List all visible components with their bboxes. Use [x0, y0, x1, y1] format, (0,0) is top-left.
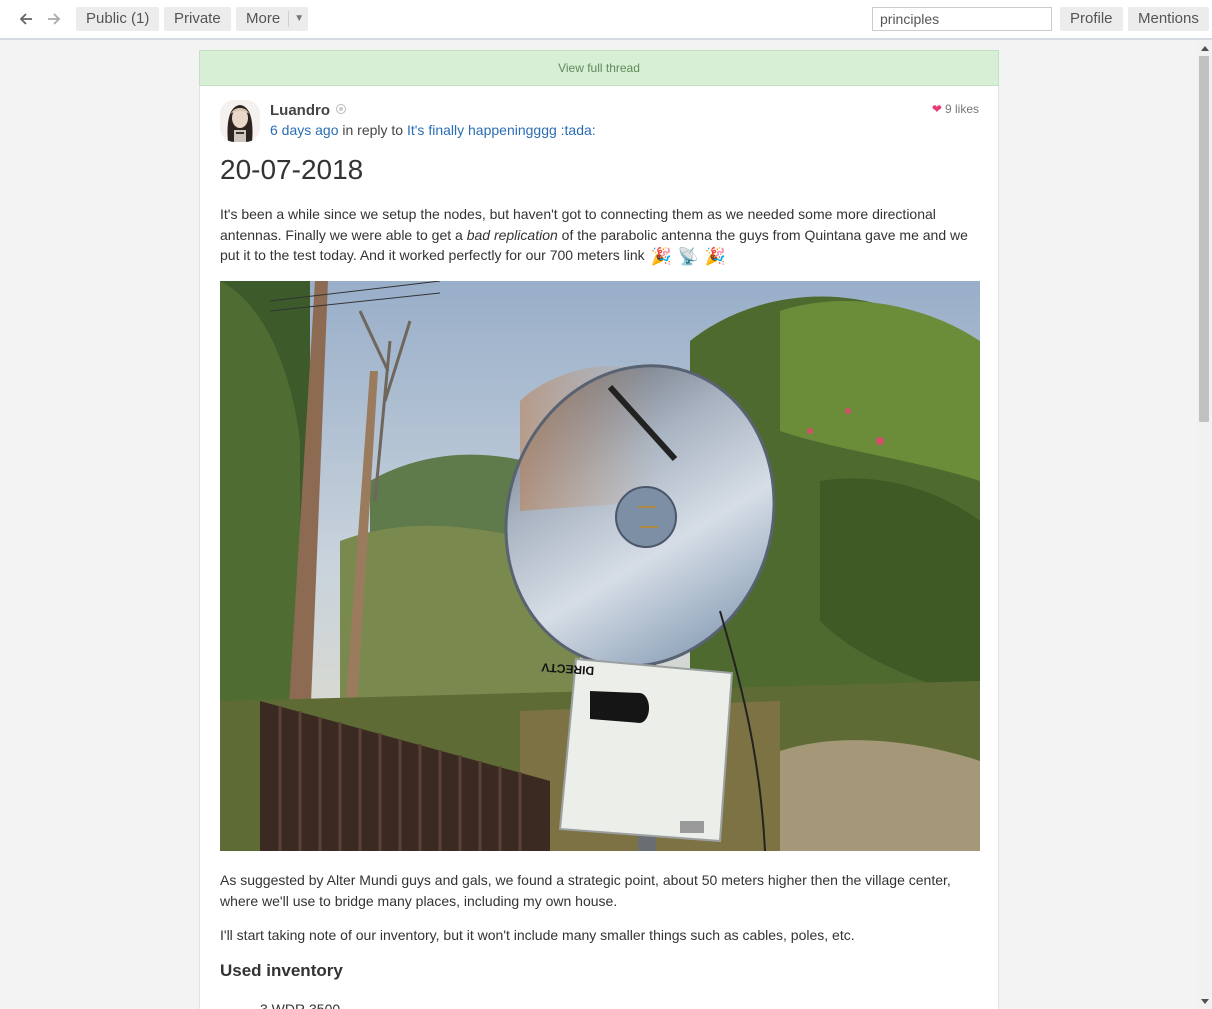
caret-down-icon: ▼	[294, 13, 305, 24]
in-reply-to-text: in reply to	[342, 122, 404, 138]
top-toolbar: Public (1) Private More ▼ Profile Mentio…	[0, 0, 1212, 40]
arrow-left-icon[interactable]	[14, 7, 38, 31]
profile-button[interactable]: Profile	[1060, 7, 1123, 31]
party-popper-icon: 🎉	[704, 247, 726, 266]
author-name[interactable]: Luandro	[270, 102, 346, 119]
mentions-button[interactable]: Mentions	[1128, 7, 1209, 31]
likes-label: 9 likes	[944, 102, 979, 116]
post-title: 20-07-2018	[220, 154, 364, 185]
search-input[interactable]	[872, 7, 1052, 31]
scroll-up-arrow-icon[interactable]	[1201, 46, 1209, 51]
post-paragraph: As suggested by Alter Mundi guys and gal…	[220, 872, 951, 909]
post-image[interactable]: DIRECTV	[220, 281, 980, 851]
more-label: More	[246, 10, 281, 27]
arrow-right-icon[interactable]	[42, 7, 66, 31]
list-item: 3 WDR 3500	[260, 1001, 341, 1009]
satellite-antenna-icon: 📡	[677, 247, 699, 266]
reply-target-link[interactable]: It's finally happeningggg :tada:	[407, 122, 596, 138]
emphasis-text: bad replication	[466, 226, 558, 243]
scrollbar[interactable]	[1197, 42, 1212, 1009]
public-filter-button[interactable]: Public (1)	[76, 7, 160, 31]
timestamp-link[interactable]: 6 days ago	[270, 122, 339, 138]
status-dot-icon	[336, 104, 346, 114]
more-menu-button[interactable]: More ▼	[236, 7, 309, 31]
scroll-thumb[interactable]	[1199, 56, 1209, 422]
post-card: Luandro 6 days ago in reply to It's fina…	[199, 86, 999, 1009]
likes-counter[interactable]: ❤ 9 likes	[932, 102, 979, 116]
party-popper-icon: 🎉	[650, 247, 672, 266]
author-label: Luandro	[270, 102, 330, 119]
inventory-heading: Used inventory	[220, 961, 343, 980]
divider	[288, 11, 290, 27]
avatar[interactable]	[220, 100, 260, 142]
post-meta: 6 days ago in reply to It's finally happ…	[270, 122, 596, 138]
view-full-thread-bar: View full thread	[199, 50, 999, 86]
view-full-thread-link[interactable]: View full thread	[558, 61, 640, 75]
private-filter-button[interactable]: Private	[164, 7, 231, 31]
post-paragraph: I'll start taking note of our inventory,…	[220, 927, 855, 943]
heart-icon: ❤	[931, 102, 942, 116]
post-paragraph: It's been a while since we setup the nod…	[220, 204, 980, 266]
scroll-down-arrow-icon[interactable]	[1201, 999, 1209, 1004]
